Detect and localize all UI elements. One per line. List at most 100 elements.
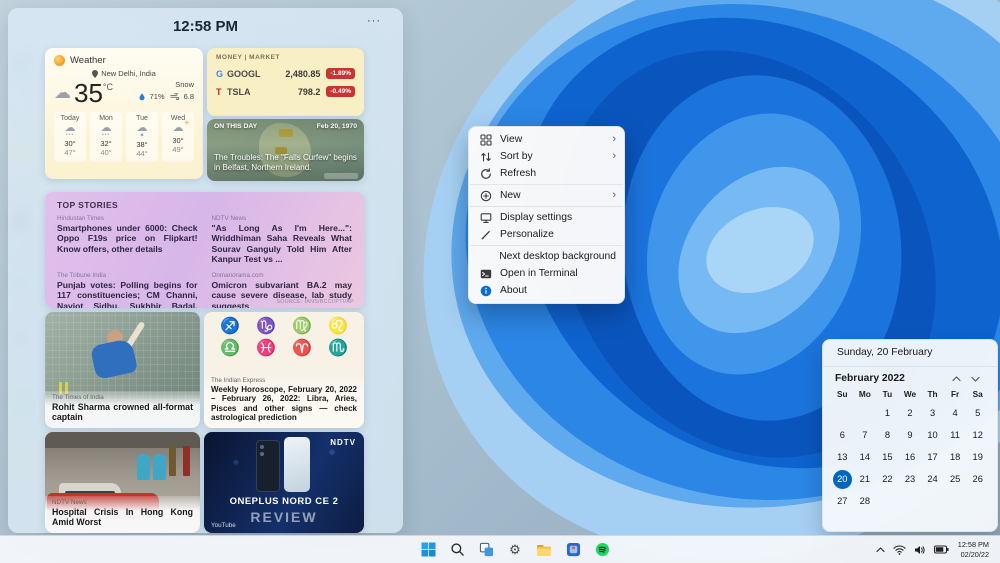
news-card-cricket[interactable]: The Times of India Rohit Sharma crowned … bbox=[45, 312, 200, 428]
calendar-day[interactable]: 25 bbox=[944, 468, 967, 490]
search-button[interactable] bbox=[446, 539, 468, 561]
wifi-button[interactable] bbox=[892, 545, 907, 555]
calendar-month-label[interactable]: February 2022 bbox=[835, 373, 947, 384]
ndtv-logo: NDTV bbox=[330, 438, 356, 447]
calendar-day-selected[interactable]: 20 bbox=[831, 468, 854, 490]
menu-item-next-desktop-background[interactable]: Next desktop background bbox=[469, 248, 624, 265]
drizzle-icon: ☁ bbox=[90, 122, 122, 134]
display-icon bbox=[479, 212, 492, 224]
calendar-day[interactable]: 27 bbox=[831, 490, 854, 512]
calendar-day[interactable]: 9 bbox=[899, 424, 922, 446]
menu-item-display-settings[interactable]: Display settings bbox=[469, 209, 624, 226]
menu-item-refresh[interactable]: Refresh bbox=[469, 165, 624, 182]
menu-item-new[interactable]: New › bbox=[469, 187, 624, 204]
settings-button[interactable]: ⚙ bbox=[504, 539, 526, 561]
calendar-day[interactable]: 2 bbox=[899, 402, 922, 424]
calendar-day bbox=[899, 490, 922, 512]
calendar-day[interactable]: 7 bbox=[854, 424, 877, 446]
photos-app-button[interactable] bbox=[562, 539, 584, 561]
chevron-right-icon: › bbox=[612, 134, 616, 145]
calendar-day bbox=[831, 402, 854, 424]
stock-row-tsla[interactable]: T TSLA 798.2 -0.49% bbox=[216, 86, 355, 97]
tray-chevron-up-button[interactable] bbox=[875, 547, 886, 553]
humidity-value: 71% bbox=[150, 92, 165, 101]
forecast-day[interactable]: Wed ☁☀ 30° 49° bbox=[162, 112, 194, 162]
calendar-day[interactable]: 6 bbox=[831, 424, 854, 446]
google-logo-icon: G bbox=[216, 69, 227, 79]
image-watermark bbox=[324, 173, 358, 179]
calendar-day[interactable]: 13 bbox=[831, 446, 854, 468]
task-view-button[interactable] bbox=[475, 539, 497, 561]
spotify-button[interactable] bbox=[591, 539, 613, 561]
battery-button[interactable] bbox=[933, 545, 950, 554]
top-stories-widget[interactable]: TOP STORIES Hindustan Times Smartphones … bbox=[45, 192, 364, 308]
calendar-day[interactable]: 1 bbox=[876, 402, 899, 424]
calendar-day bbox=[944, 490, 967, 512]
news-source: The Indian Express bbox=[211, 377, 357, 384]
snow-mark-icon: ✶ bbox=[126, 134, 158, 138]
stock-row-googl[interactable]: G GOOGL 2,480.85 -1.89% bbox=[216, 68, 355, 79]
desktop: 12:58 PM ··· Weather New Delhi, India ☁ … bbox=[0, 0, 1000, 563]
story-item[interactable]: Hindustan Times Smartphones under 6000: … bbox=[57, 215, 198, 265]
calendar-day bbox=[854, 402, 877, 424]
menu-item-sort-by[interactable]: Sort by › bbox=[469, 148, 624, 165]
calendar-day[interactable]: 28 bbox=[854, 490, 877, 512]
taskbar-clock[interactable]: 12:58 PM 02/20/22 bbox=[956, 539, 995, 560]
calendar-prev-button[interactable] bbox=[947, 376, 966, 382]
forecast-day[interactable]: Today ☁ ••• 30° 47° bbox=[54, 112, 86, 162]
calendar-day[interactable]: 11 bbox=[944, 424, 967, 446]
menu-separator bbox=[470, 184, 623, 185]
snow-icon: ☁ bbox=[126, 122, 158, 134]
tesla-logo-icon: T bbox=[216, 87, 227, 97]
calendar-day[interactable]: 19 bbox=[966, 446, 989, 468]
refresh-icon bbox=[479, 168, 492, 180]
calendar-day[interactable]: 3 bbox=[921, 402, 944, 424]
calendar-day[interactable]: 14 bbox=[854, 446, 877, 468]
market-widget[interactable]: MONEY | MARKET G GOOGL 2,480.85 -1.89% T… bbox=[207, 48, 364, 116]
calendar-day[interactable]: 26 bbox=[966, 468, 989, 490]
calendar-day[interactable]: 23 bbox=[899, 468, 922, 490]
menu-item-personalize[interactable]: Personalize bbox=[469, 226, 624, 243]
calendar-next-button[interactable] bbox=[966, 376, 985, 382]
news-card-horoscope[interactable]: ♐♑ ♍♌ ♎♓ ♈♏ The Indian Express Weekly Ho… bbox=[204, 312, 364, 428]
calendar-day[interactable]: 8 bbox=[876, 424, 899, 446]
start-button[interactable] bbox=[417, 539, 439, 561]
calendar-date-header[interactable]: Sunday, 20 February bbox=[823, 340, 997, 367]
story-item[interactable]: NDTV News "As Long As I'm Here...": Wrid… bbox=[212, 215, 353, 265]
menu-item-about[interactable]: About bbox=[469, 282, 624, 299]
chevron-up-icon bbox=[876, 547, 885, 553]
menu-separator bbox=[470, 245, 623, 246]
volume-button[interactable] bbox=[913, 545, 927, 555]
weather-widget[interactable]: Weather New Delhi, India ☁ 35 °C Snow 71… bbox=[45, 48, 203, 179]
terminal-icon bbox=[479, 268, 492, 280]
menu-item-view[interactable]: View › bbox=[469, 131, 624, 148]
calendar-day[interactable]: 4 bbox=[944, 402, 967, 424]
calendar-day[interactable]: 15 bbox=[876, 446, 899, 468]
market-header: MONEY | MARKET bbox=[216, 54, 355, 61]
menu-item-open-in-terminal[interactable]: Open in Terminal bbox=[469, 265, 624, 282]
calendar-day[interactable]: 22 bbox=[876, 468, 899, 490]
calendar-day[interactable]: 17 bbox=[921, 446, 944, 468]
calendar-day[interactable]: 21 bbox=[854, 468, 877, 490]
windows-logo-icon bbox=[421, 542, 436, 557]
calendar-day[interactable]: 16 bbox=[899, 446, 922, 468]
widgets-more-button[interactable]: ··· bbox=[361, 14, 387, 28]
calendar-day[interactable]: 24 bbox=[921, 468, 944, 490]
on-this-day-widget[interactable]: ON THIS DAY Feb 20, 1970 The Troubles: T… bbox=[207, 119, 364, 181]
weather-provider-icon bbox=[54, 55, 65, 66]
speaker-icon bbox=[914, 545, 926, 555]
forecast-day[interactable]: Tue ☁ ✶ 38° 44° bbox=[126, 112, 158, 162]
news-headline: Weekly Horoscope, February 20, 2022 – Fe… bbox=[211, 385, 357, 423]
story-item[interactable]: The Tribune India Punjab votes: Polling … bbox=[57, 272, 198, 308]
weather-location-row: New Delhi, India bbox=[54, 69, 194, 78]
calendar-day[interactable]: 10 bbox=[921, 424, 944, 446]
forecast-day[interactable]: Mon ☁ ••• 32° 40° bbox=[90, 112, 122, 162]
current-temp: 35 bbox=[74, 80, 103, 106]
news-card-oneplus-video[interactable]: NDTV ONEPLUS NORD CE 2 REVIEW YouTube bbox=[204, 432, 364, 533]
file-explorer-button[interactable] bbox=[533, 539, 555, 561]
calendar-day[interactable]: 18 bbox=[944, 446, 967, 468]
calendar-day[interactable]: 5 bbox=[966, 402, 989, 424]
calendar-day[interactable]: 12 bbox=[966, 424, 989, 446]
calendar-day bbox=[966, 490, 989, 512]
news-card-hongkong[interactable]: NDTV News Hospital Crisis In Hong Kong A… bbox=[45, 432, 200, 533]
